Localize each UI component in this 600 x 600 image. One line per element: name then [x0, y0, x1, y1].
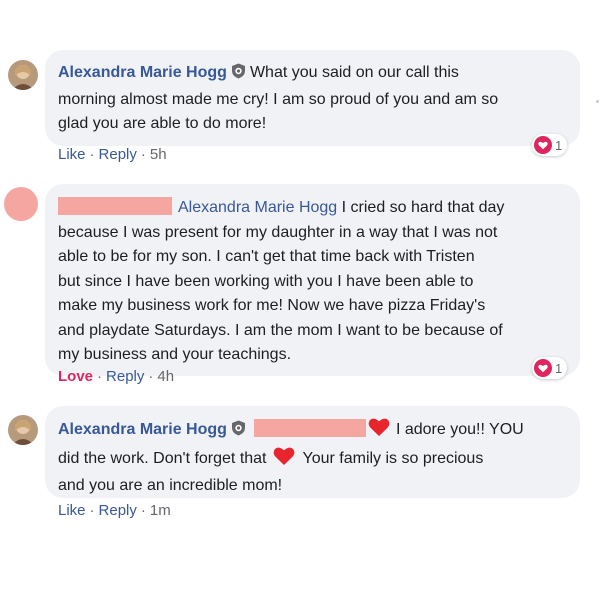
separator-dot: · — [89, 502, 95, 519]
avatar[interactable] — [8, 60, 38, 90]
comment-2: Alexandra Marie Hogg I cried so hard tha… — [0, 170, 600, 400]
separator-dot: · — [140, 502, 146, 519]
redacted-name — [58, 197, 172, 215]
reply-button[interactable]: Reply — [106, 368, 144, 385]
separator-dot: · — [140, 146, 146, 163]
reply-button[interactable]: Reply — [99, 146, 137, 163]
heart-icon — [368, 417, 390, 446]
reaction-badge[interactable]: 1 — [532, 357, 568, 379]
comment-timestamp[interactable]: 1m — [150, 502, 171, 519]
comment-1: Alexandra Marie Hogg What you said on our… — [0, 0, 600, 170]
comment-text-line: Your family is so precious — [302, 449, 484, 467]
separator-dot: · — [89, 146, 95, 163]
comment-3: Alexandra Marie Hogg I adore you!! YOU di… — [0, 400, 600, 550]
comment-timestamp[interactable]: 5h — [150, 146, 167, 163]
love-reaction-icon — [534, 136, 552, 154]
comment-text-line: What you said on our call this — [249, 64, 459, 81]
avatar[interactable] — [4, 187, 38, 221]
comment-text-line: my business and your teachings. — [58, 346, 292, 363]
comment-text-line: did the work. Don't forget that — [58, 449, 267, 467]
separator-dot: · — [148, 368, 154, 385]
comment-text-line: morning almost made me cry! I am so prou… — [58, 90, 499, 108]
like-button[interactable]: Like — [58, 146, 86, 163]
comment-actions: Like · Reply · 5h — [58, 146, 167, 163]
comment-text-line: I adore you!! YOU — [395, 421, 524, 438]
comment-bubble: Alexandra Marie Hogg I adore you!! YOU di… — [45, 406, 580, 498]
heart-icon — [273, 446, 295, 475]
comment-thread: Alexandra Marie Hogg What you said on our… — [0, 0, 600, 600]
comment-actions: Love · Reply · 4h — [58, 368, 174, 385]
avatar[interactable] — [8, 415, 38, 445]
comment-author[interactable]: Alexandra Marie Hogg — [58, 64, 227, 81]
comment-text-line: and playdate Saturdays. I am the mom I w… — [58, 321, 503, 339]
comment-author[interactable]: Alexandra Marie Hogg — [58, 421, 227, 438]
verified-shield-icon — [231, 420, 246, 445]
comment-text-line: make my business work for me! Now we hav… — [58, 297, 486, 314]
comment-text-line: but since I have been working with you I… — [58, 272, 474, 290]
comment-text-line: glad you are able to do more! — [58, 115, 267, 132]
reaction-count: 1 — [555, 137, 563, 153]
mention-link[interactable]: Alexandra Marie Hogg — [178, 199, 337, 216]
comment-bubble: Alexandra Marie Hogg I cried so hard tha… — [45, 184, 580, 376]
comment-text-line: able to be for my son. I can't get that … — [58, 248, 475, 265]
comment-actions: Like · Reply · 1m — [58, 502, 171, 519]
comment-text-line: and you are an incredible mom! — [58, 477, 283, 494]
reaction-count: 1 — [555, 360, 563, 376]
reaction-badge[interactable]: 1 — [532, 134, 568, 156]
edge-dot — [596, 100, 599, 103]
love-button[interactable]: Love — [58, 368, 93, 385]
comment-text-line: because I was present for my daughter in… — [58, 223, 498, 241]
love-reaction-icon — [534, 359, 552, 377]
comment-timestamp[interactable]: 4h — [157, 368, 174, 385]
reply-button[interactable]: Reply — [99, 502, 137, 519]
comment-bubble: Alexandra Marie Hogg What you said on our… — [45, 50, 580, 146]
comment-text-line: I cried so hard that day — [341, 199, 505, 216]
separator-dot: · — [97, 368, 103, 385]
verified-shield-icon — [231, 63, 246, 88]
redacted-name — [253, 419, 366, 437]
like-button[interactable]: Like — [58, 502, 86, 519]
